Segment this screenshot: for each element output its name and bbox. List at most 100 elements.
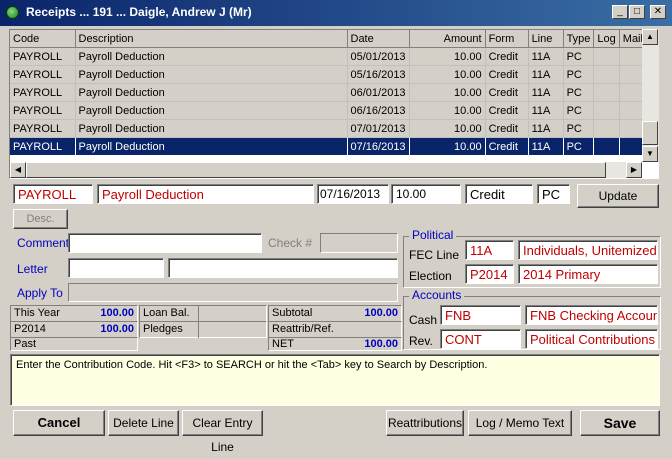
type-input[interactable]: PC <box>537 184 570 204</box>
table-row[interactable]: PAYROLL Payroll Deduction 07/16/2013 10.00 C… <box>10 137 647 156</box>
cell-description[interactable]: Payroll Deduction <box>75 119 348 138</box>
col-header-amount[interactable]: Amount <box>409 30 486 48</box>
description-input[interactable]: Payroll Deduction <box>97 184 314 204</box>
fec-line-code-input[interactable]: 11A <box>465 240 514 260</box>
cell-amount[interactable]: 10.00 <box>409 137 486 156</box>
table-row[interactable]: PAYROLL Payroll Deduction 07/01/2013 10.00 C… <box>10 119 647 138</box>
horizontal-scroll-thumb[interactable] <box>26 162 606 178</box>
check-number-input[interactable] <box>320 233 398 253</box>
cell-line[interactable]: 11A <box>528 101 564 120</box>
col-header-type[interactable]: Type <box>563 30 595 48</box>
rev-description-input[interactable]: Political Contributions <box>525 329 658 349</box>
col-header-description[interactable]: Description <box>75 30 348 48</box>
cell-type[interactable]: PC <box>563 47 595 66</box>
cell-line[interactable]: 11A <box>528 65 564 84</box>
cell-description[interactable]: Payroll Deduction <box>75 65 348 84</box>
cell-form[interactable]: Credit <box>485 83 529 102</box>
cell-amount[interactable]: 10.00 <box>409 65 486 84</box>
cell-type[interactable]: PC <box>563 101 595 120</box>
cell-line[interactable]: 11A <box>528 83 564 102</box>
table-row[interactable]: PAYROLL Payroll Deduction 05/01/2013 10.00 C… <box>10 47 647 66</box>
maximize-button[interactable]: □ <box>629 5 645 19</box>
cell-date[interactable]: 06/16/2013 <box>347 101 410 120</box>
cell-form[interactable]: Credit <box>485 119 529 138</box>
cell-log[interactable] <box>593 83 620 102</box>
table-row[interactable]: PAYROLL Payroll Deduction 06/01/2013 10.00 C… <box>10 83 647 102</box>
cell-line[interactable]: 11A <box>528 47 564 66</box>
cell-description[interactable]: Payroll Deduction <box>75 101 348 120</box>
col-header-code[interactable]: Code <box>10 30 76 48</box>
cell-code[interactable]: PAYROLL <box>10 119 76 138</box>
col-header-form[interactable]: Form <box>485 30 529 48</box>
cell-code[interactable]: PAYROLL <box>10 101 76 120</box>
table-row[interactable]: PAYROLL Payroll Deduction 05/16/2013 10.00 C… <box>10 65 647 84</box>
close-button[interactable]: ✕ <box>650 5 666 19</box>
form-input[interactable]: Credit <box>465 184 533 204</box>
table-row[interactable]: PAYROLL Payroll Deduction 06/16/2013 10.00 C… <box>10 101 647 120</box>
scroll-right-icon[interactable]: ▶ <box>626 162 642 178</box>
scroll-down-icon[interactable]: ▼ <box>642 146 658 162</box>
cell-date[interactable]: 07/16/2013 <box>347 137 410 156</box>
election-description-input[interactable]: 2014 Primary <box>518 264 658 284</box>
minimize-button[interactable]: _ <box>612 5 628 19</box>
cell-date[interactable]: 05/01/2013 <box>347 47 410 66</box>
cell-form[interactable]: Credit <box>485 47 529 66</box>
cell-date[interactable]: 06/01/2013 <box>347 83 410 102</box>
grid-vertical-scrollbar[interactable]: ▲ ▼ <box>642 29 659 162</box>
col-header-log[interactable]: Log <box>593 30 620 48</box>
election-code-input[interactable]: P2014 <box>465 264 514 284</box>
cell-form[interactable]: Credit <box>485 65 529 84</box>
cell-type[interactable]: PC <box>563 119 595 138</box>
cell-code[interactable]: PAYROLL <box>10 47 76 66</box>
col-header-date[interactable]: Date <box>347 30 410 48</box>
rev-code-input[interactable]: CONT <box>440 329 521 349</box>
code-input[interactable]: PAYROLL <box>13 184 93 204</box>
clear-entry-line-button[interactable]: Clear Entry Line <box>182 410 263 454</box>
apply-to-input[interactable] <box>68 283 398 302</box>
save-button[interactable]: Save <box>580 410 660 436</box>
letter-description-input[interactable] <box>168 258 398 278</box>
date-input[interactable]: 07/16/2013 <box>317 184 389 204</box>
cell-type[interactable]: PC <box>563 83 595 102</box>
update-button[interactable]: Update <box>577 184 659 208</box>
cell-log[interactable] <box>593 47 620 66</box>
grid-horizontal-scrollbar[interactable]: ◀ ▶ <box>10 162 642 178</box>
delete-line-button[interactable]: Delete Line <box>108 410 179 436</box>
reattributions-button[interactable]: Reattributions <box>386 410 464 436</box>
desc-button[interactable]: Desc. <box>13 209 68 229</box>
cash-description-input[interactable]: FNB Checking Account <box>525 305 658 325</box>
scroll-left-icon[interactable]: ◀ <box>10 162 26 178</box>
cell-log[interactable] <box>593 65 620 84</box>
cell-description[interactable]: Payroll Deduction <box>75 47 348 66</box>
cell-amount[interactable]: 10.00 <box>409 47 486 66</box>
cell-log[interactable] <box>593 137 620 156</box>
cell-type[interactable]: PC <box>563 137 595 156</box>
cell-log[interactable] <box>593 119 620 138</box>
fec-line-description-input[interactable]: Individuals, Unitemized <box>518 240 658 260</box>
cell-date[interactable]: 05/16/2013 <box>347 65 410 84</box>
cell-code[interactable]: PAYROLL <box>10 137 76 156</box>
cell-description[interactable]: Payroll Deduction <box>75 137 348 156</box>
scroll-up-icon[interactable]: ▲ <box>642 29 658 45</box>
cell-log[interactable] <box>593 101 620 120</box>
cell-description[interactable]: Payroll Deduction <box>75 83 348 102</box>
cell-form[interactable]: Credit <box>485 101 529 120</box>
cell-amount[interactable]: 10.00 <box>409 101 486 120</box>
cash-code-input[interactable]: FNB <box>440 305 521 325</box>
cell-date[interactable]: 07/01/2013 <box>347 119 410 138</box>
comment-input[interactable] <box>68 233 262 253</box>
cell-line[interactable]: 11A <box>528 137 564 156</box>
receipts-grid[interactable]: Code Description Date Amount Form Line T… <box>9 29 659 179</box>
cell-amount[interactable]: 10.00 <box>409 83 486 102</box>
amount-input[interactable]: 10.00 <box>391 184 461 204</box>
cell-code[interactable]: PAYROLL <box>10 65 76 84</box>
cell-type[interactable]: PC <box>563 65 595 84</box>
letter-code-input[interactable] <box>68 258 164 278</box>
cell-line[interactable]: 11A <box>528 119 564 138</box>
cell-amount[interactable]: 10.00 <box>409 119 486 138</box>
cell-form[interactable]: Credit <box>485 137 529 156</box>
log-memo-text-button[interactable]: Log / Memo Text <box>468 410 572 436</box>
vertical-scroll-thumb[interactable] <box>642 121 658 145</box>
cell-code[interactable]: PAYROLL <box>10 83 76 102</box>
cancel-button[interactable]: Cancel <box>13 410 105 436</box>
